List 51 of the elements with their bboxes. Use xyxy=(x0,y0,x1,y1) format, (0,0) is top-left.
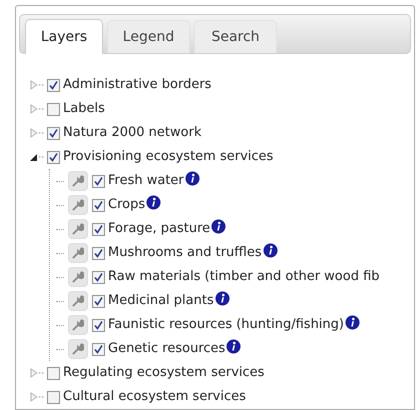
layer-label[interactable]: Genetic resources xyxy=(108,339,226,359)
wrench-icon xyxy=(72,175,84,187)
checkbox[interactable] xyxy=(47,102,60,116)
checkbox[interactable] xyxy=(92,294,105,308)
layer-label[interactable]: Crops xyxy=(108,195,146,215)
checkbox[interactable] xyxy=(92,174,105,188)
layer-label[interactable]: Forage, pasture xyxy=(108,219,210,239)
checkbox[interactable] xyxy=(92,198,105,212)
layer-label[interactable]: Natura 2000 network xyxy=(63,123,202,143)
info-icon[interactable] xyxy=(146,194,162,210)
wrench-icon xyxy=(72,271,84,283)
wrench-icon xyxy=(72,223,84,235)
tab[interactable]: Search xyxy=(194,20,277,53)
wrench-icon xyxy=(72,295,84,307)
checkbox[interactable] xyxy=(92,342,105,356)
info-icon[interactable] xyxy=(214,290,230,306)
layer-label[interactable]: Labels xyxy=(63,99,105,119)
wrench-icon xyxy=(72,319,84,331)
layer-label[interactable]: Cultural ecosystem services xyxy=(63,387,246,407)
layer-label[interactable]: Fresh water xyxy=(108,171,184,191)
expand-toggle-icon[interactable] xyxy=(29,391,45,403)
layer-label[interactable]: Regulating ecosystem services xyxy=(63,363,264,383)
layer-label[interactable]: Raw materials (timber and other wood fib xyxy=(108,267,380,287)
info-icon[interactable] xyxy=(226,338,242,354)
layer-label[interactable]: Administrative borders xyxy=(63,75,212,95)
info-icon[interactable] xyxy=(344,314,360,330)
expand-toggle-icon[interactable] xyxy=(29,103,45,115)
checkbox[interactable] xyxy=(92,318,105,332)
layer-label[interactable]: Faunistic resources (hunting/fishing) xyxy=(108,315,344,335)
checkbox[interactable] xyxy=(47,366,60,380)
tab[interactable]: Legend xyxy=(107,20,190,53)
wrench-icon xyxy=(72,199,84,211)
layer-label[interactable]: Mushrooms and truffles xyxy=(108,243,262,263)
layer-label[interactable]: Medicinal plants xyxy=(108,291,214,311)
checkbox[interactable] xyxy=(92,270,105,284)
tab[interactable]: Layers xyxy=(25,19,103,54)
expand-toggle-icon[interactable] xyxy=(29,367,45,379)
checkbox[interactable] xyxy=(47,126,60,140)
checkbox[interactable] xyxy=(92,222,105,236)
wrench-icon xyxy=(72,343,84,355)
wrench-icon xyxy=(72,247,84,259)
checkbox[interactable] xyxy=(47,150,60,164)
info-icon[interactable] xyxy=(211,218,226,234)
checkbox[interactable] xyxy=(92,246,105,260)
info-icon[interactable] xyxy=(184,170,200,186)
checkbox[interactable] xyxy=(47,390,60,404)
checkbox[interactable] xyxy=(47,78,60,92)
layer-label[interactable]: Provisioning ecosystem services xyxy=(63,147,274,167)
info-icon[interactable] xyxy=(262,242,278,258)
expand-toggle-icon[interactable] xyxy=(29,79,45,91)
expand-toggle-icon[interactable] xyxy=(29,127,45,139)
